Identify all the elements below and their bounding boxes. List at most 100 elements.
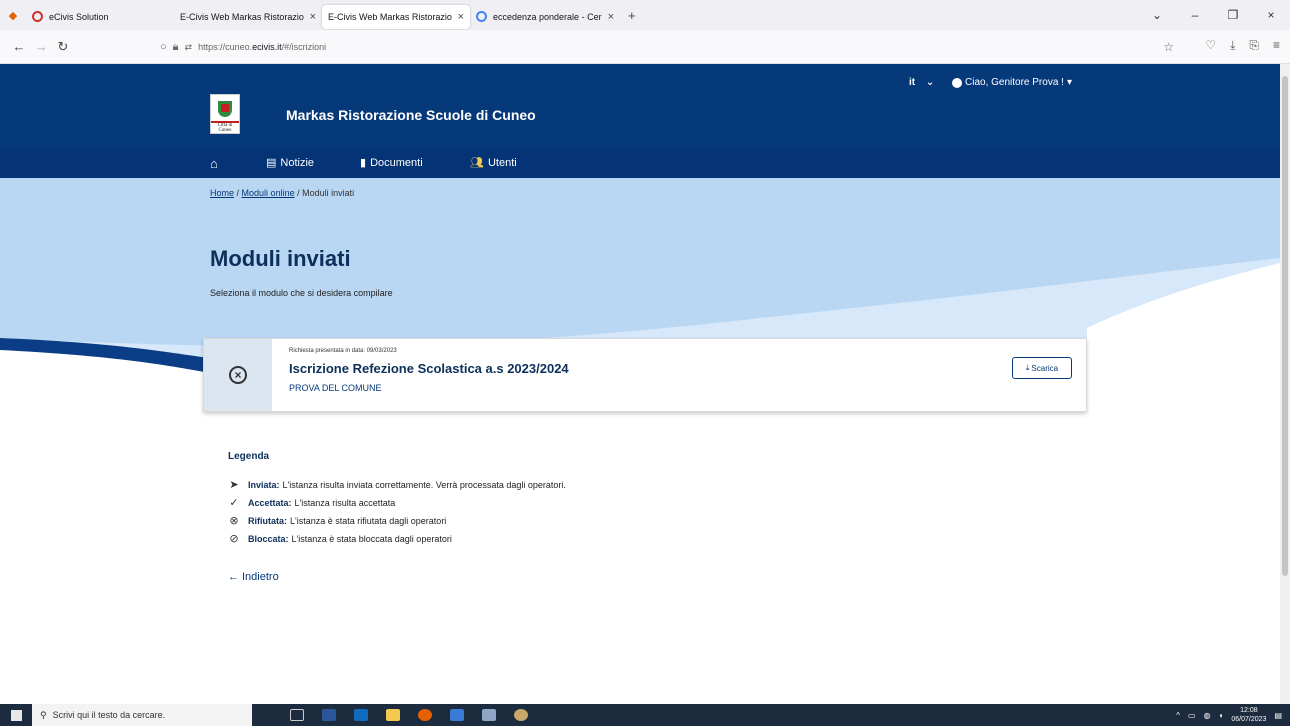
user-circle-icon <box>952 77 962 88</box>
menu-item-documenti[interactable]: ▮ Documenti <box>360 156 423 170</box>
caret-down-icon: ▾ <box>1066 77 1072 88</box>
chevron-down-icon: ⌄ <box>925 77 935 88</box>
legend-text: L'istanza è stata rifiutata dagli operat… <box>290 515 447 526</box>
menu-hamburger-icon[interactable]: ≡ <box>1273 38 1280 53</box>
volume-icon[interactable]: ◖ <box>1219 711 1224 720</box>
file-icon: ▮ <box>360 157 367 169</box>
home-icon[interactable]: ⌂ <box>210 156 218 171</box>
search-placeholder: Scrivi qui il testo da cercare. <box>52 710 166 720</box>
web-page: Città di Cuneo Markas Ristorazione Scuol… <box>0 64 1280 704</box>
shield-icon[interactable]: ○ <box>160 41 167 53</box>
arrow-left-icon: ← <box>228 571 239 583</box>
taskbar-apps <box>290 709 528 721</box>
search-icon: ⚲ <box>40 709 47 720</box>
coat-of-arms-icon <box>218 101 232 117</box>
paint-icon[interactable] <box>514 709 528 721</box>
browser-tabbar: ◆ eCivis Solution E-Civis Web Markas Ris… <box>0 0 1290 30</box>
extensions-icon[interactable]: ⎘ <box>1249 38 1259 53</box>
language-selector[interactable]: it ⌄ <box>909 77 934 88</box>
app-icon[interactable] <box>482 709 496 721</box>
main-menu: ⌂ ▤ Notizie ▮ Documenti 👥︎ Utenti <box>0 148 1280 178</box>
users-icon: 👥︎ <box>470 157 484 169</box>
app-icon[interactable] <box>450 709 464 721</box>
firefox-view-icon[interactable]: ◆ <box>0 9 26 22</box>
legend-text: L'istanza è stata bloccata dagli operato… <box>291 533 452 544</box>
word-icon[interactable] <box>322 709 336 721</box>
language-label: it <box>909 77 916 88</box>
download-icon: ⤓ <box>1025 363 1030 372</box>
browser-tab[interactable]: eCivis Solution <box>26 5 174 29</box>
menu-item-notizie[interactable]: ▤ Notizie <box>266 156 315 170</box>
menu-label: Utenti <box>487 156 517 169</box>
scrollbar-thumb[interactable] <box>1282 76 1288 576</box>
url-path: /#/iscrizioni <box>281 42 327 52</box>
battery-icon[interactable]: ▭ <box>1188 711 1196 720</box>
close-window-icon[interactable]: × <box>1252 8 1290 22</box>
submission-date: Richiesta presentata in data: 09/03/2023 <box>289 348 397 354</box>
applicant-name: PROVA DEL COMUNE <box>289 383 382 393</box>
user-greeting: Ciao, Genitore Prova ! <box>965 77 1064 88</box>
forward-arrow-icon[interactable]: → <box>30 39 52 54</box>
url-prefix: https://cuneo. <box>198 42 253 52</box>
ban-icon: ⊘ <box>229 533 239 545</box>
breadcrumb-home-link[interactable]: Home <box>210 188 234 198</box>
newspaper-icon: ▤ <box>266 157 277 169</box>
new-tab-button[interactable]: + <box>628 8 636 23</box>
city-logo[interactable]: Città di Cuneo <box>210 94 240 134</box>
submitted-form-card[interactable]: × Richiesta presentata in data: 09/03/20… <box>203 338 1087 412</box>
url-domain: ecivis.it <box>252 42 282 52</box>
legend-item-bloccata: ⊘ Bloccata: L'istanza è stata bloccata d… <box>228 532 452 545</box>
breadcrumb: Home / Moduli online / Moduli inviati <box>210 188 355 198</box>
bookmark-star-icon[interactable]: ☆ <box>1163 40 1174 54</box>
close-tab-icon[interactable]: × <box>310 11 316 23</box>
back-arrow-icon[interactable]: ← <box>8 39 30 54</box>
outlook-icon[interactable] <box>354 709 368 721</box>
legend-key: Bloccata: <box>248 533 289 544</box>
legend-text: L'istanza risulta inviata correttamente.… <box>282 479 566 490</box>
page-scrollbar[interactable] <box>1280 64 1290 704</box>
file-explorer-icon[interactable] <box>386 709 400 721</box>
menu-item-utenti[interactable]: 👥︎ Utenti <box>470 156 517 170</box>
reload-icon[interactable]: ↻ <box>52 39 74 55</box>
download-button[interactable]: ⤓ Scarica <box>1012 357 1072 379</box>
tab-label: eCivis Solution <box>49 11 109 22</box>
circle-x-icon: ⊗ <box>229 515 239 527</box>
logo-caption: Città di Cuneo <box>211 121 239 133</box>
close-tab-icon[interactable]: × <box>608 11 614 23</box>
close-tab-icon[interactable]: × <box>458 11 464 23</box>
user-menu[interactable]: Ciao, Genitore Prova ! ▾ <box>952 77 1072 88</box>
tray-chevron-icon[interactable]: ^ <box>1176 711 1180 720</box>
lock-icon[interactable]: 🔒︎ <box>173 41 179 54</box>
downloads-icon[interactable]: ⤓ <box>1230 38 1235 53</box>
network-icon[interactable]: ◍ <box>1204 711 1211 720</box>
check-icon: ✓ <box>229 497 239 509</box>
start-button[interactable] <box>0 704 32 726</box>
restore-icon[interactable]: ❐ <box>1214 8 1252 22</box>
minimize-icon[interactable]: – <box>1176 8 1214 22</box>
breadcrumb-moduli-online-link[interactable]: Moduli online <box>242 188 295 198</box>
list-tabs-icon[interactable]: ⌄ <box>1138 8 1176 22</box>
task-view-icon[interactable] <box>290 709 304 721</box>
legend-text: L'istanza risulta accettata <box>294 497 396 508</box>
legend-item-inviata: ➤ Inviata: L'istanza risulta inviata cor… <box>228 478 566 491</box>
pocket-icon[interactable]: ♡ <box>1205 38 1216 53</box>
legend-key: Accettata: <box>248 497 292 508</box>
browser-navbar: ← → ↻ ○ 🔒︎ ⇄ https://cuneo. ecivis.it/#/i… <box>0 30 1290 64</box>
menu-label: Notizie <box>280 156 315 169</box>
firefox-icon[interactable] <box>418 709 432 721</box>
taskbar-search[interactable]: ⚲ Scrivi qui il testo da cercare. <box>32 704 252 726</box>
legend-title: Legenda <box>228 451 270 462</box>
clock[interactable]: 12:08 06/07/2023 <box>1231 706 1266 724</box>
ecivis-favicon-icon <box>32 11 43 22</box>
system-tray: ^ ▭ ◍ ◖ 12:08 06/07/2023 ▤ <box>1176 704 1282 726</box>
browser-tab[interactable]: E-Civis Web Markas Ristorazione Sc × <box>174 5 322 29</box>
browser-tab-active[interactable]: E-Civis Web Markas Ristorazione Sc × <box>322 4 470 29</box>
notifications-icon[interactable]: ▤ <box>1274 711 1282 720</box>
browser-tab[interactable]: eccedenza ponderale - Cerca co × <box>470 5 620 29</box>
url-bar[interactable]: ○ 🔒︎ ⇄ https://cuneo. ecivis.it/#/iscrizi… <box>160 36 1180 58</box>
site-title[interactable]: Markas Ristorazione Scuole di Cuneo <box>286 107 536 123</box>
permissions-icon[interactable]: ⇄ <box>185 42 193 53</box>
download-label: Scarica <box>1031 363 1059 373</box>
back-link[interactable]: ← Indietro <box>228 571 279 583</box>
paper-plane-icon: ➤ <box>229 479 239 491</box>
